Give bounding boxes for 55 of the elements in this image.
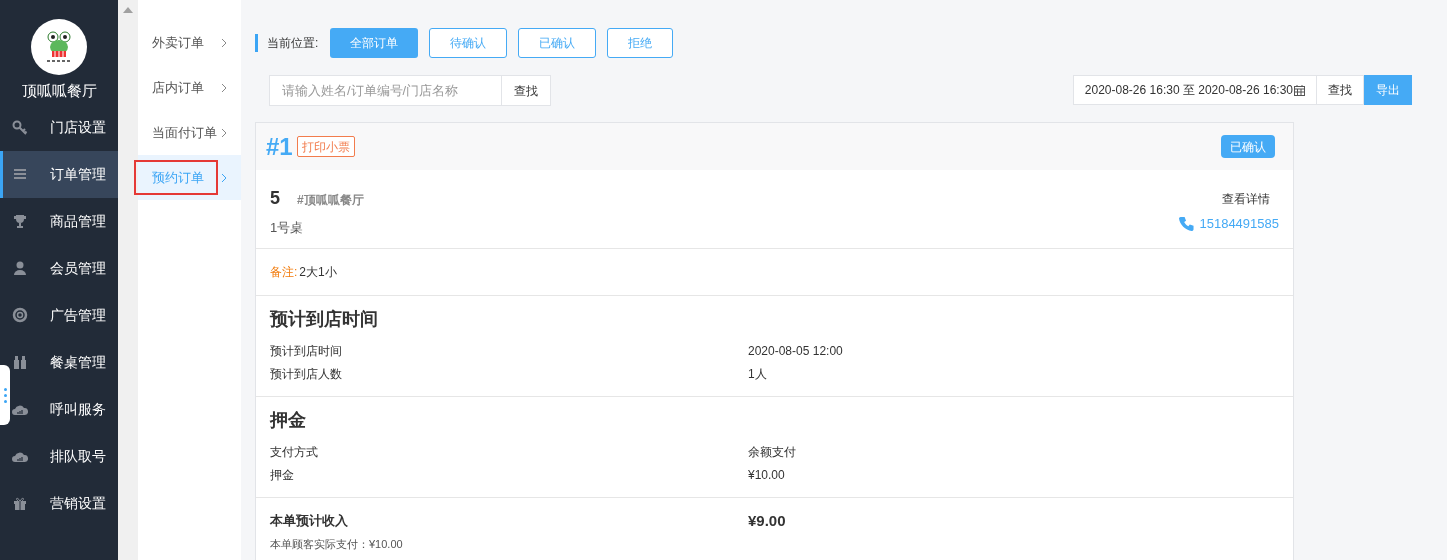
sidebar-item[interactable]: 门店设置 <box>12 103 118 151</box>
details-link[interactable]: 查看详情 <box>1222 190 1270 208</box>
order-number: #1 <box>266 131 293 162</box>
menu-icon <box>12 166 28 182</box>
subnav-item[interactable]: 店内订单 <box>152 77 204 98</box>
sidebar-item[interactable]: 餐桌管理 <box>12 338 118 386</box>
side-handle[interactable] <box>0 365 10 425</box>
person-icon <box>12 260 28 276</box>
search-button[interactable]: 查找 <box>502 75 551 106</box>
section-title: 预计到店时间 <box>270 307 379 331</box>
income-amount: ¥9.00 <box>748 510 787 531</box>
sidebar-item[interactable]: 会员管理 <box>12 244 118 292</box>
section-title: 押金 <box>270 408 307 432</box>
phone-icon <box>1179 216 1195 232</box>
field-label: 押金 <box>270 466 295 484</box>
field-value: 2020-08-05 12:00 <box>748 342 844 360</box>
scroll-up-icon[interactable] <box>123 7 133 13</box>
sidebar-item[interactable]: 营销设置 <box>12 479 118 527</box>
subnav-item[interactable]: 外卖订单 <box>152 32 204 53</box>
lifebuoy-icon <box>12 307 28 323</box>
field-label: 预计到店时间 <box>270 342 343 360</box>
sidebar-item[interactable]: 广告管理 <box>12 291 118 339</box>
search-button[interactable]: 查找 <box>1317 75 1364 105</box>
field-label: 支付方式 <box>270 443 319 461</box>
binoculars-icon <box>12 354 28 370</box>
chevron-icon <box>221 82 227 93</box>
sidebar-item[interactable]: 呼叫服务 <box>12 385 118 433</box>
subnav-item[interactable]: 当面付订单 <box>152 122 217 143</box>
store-name: #顶呱呱餐厅 <box>297 192 364 209</box>
status-badge: 已确认 <box>1221 135 1275 158</box>
store-name: 顶呱呱餐厅 <box>21 81 97 101</box>
chevron-icon <box>221 127 227 138</box>
chevron-icon <box>221 37 227 48</box>
field-value: 1人 <box>748 365 768 383</box>
search-field[interactable]: 请输入姓名/订单编号/门店名称 <box>269 75 502 106</box>
field-value: 余额支付 <box>748 443 797 461</box>
gift-icon <box>12 495 28 511</box>
sidebar-item[interactable]: 排队取号 <box>12 432 118 480</box>
income-label: 本单预计收入 <box>270 512 349 530</box>
table-number: 1号桌 <box>270 219 305 237</box>
chevron-icon <box>221 172 227 183</box>
note-label: 备注: <box>270 263 298 281</box>
calendar-icon <box>1294 84 1305 96</box>
sidebar-item[interactable]: 商品管理 <box>12 197 118 245</box>
scrollbar[interactable] <box>118 0 138 560</box>
breadcrumb-label: 当前位置: <box>255 34 319 52</box>
key-icon <box>12 119 28 135</box>
date-range-field[interactable]: 2020-08-26 16:30 至 2020-08-26 16:30 <box>1072 75 1317 105</box>
paid-note: 本单顾客实际支付：¥10.00 <box>270 537 404 552</box>
guest-count: 5 <box>270 187 280 210</box>
note-text: 2大1小 <box>299 263 337 281</box>
trophy-icon <box>12 213 28 229</box>
sidebar-item[interactable]: 订单管理 <box>0 150 118 198</box>
field-value: ¥10.00 <box>748 466 786 484</box>
field-label: 预计到店人数 <box>270 365 343 383</box>
